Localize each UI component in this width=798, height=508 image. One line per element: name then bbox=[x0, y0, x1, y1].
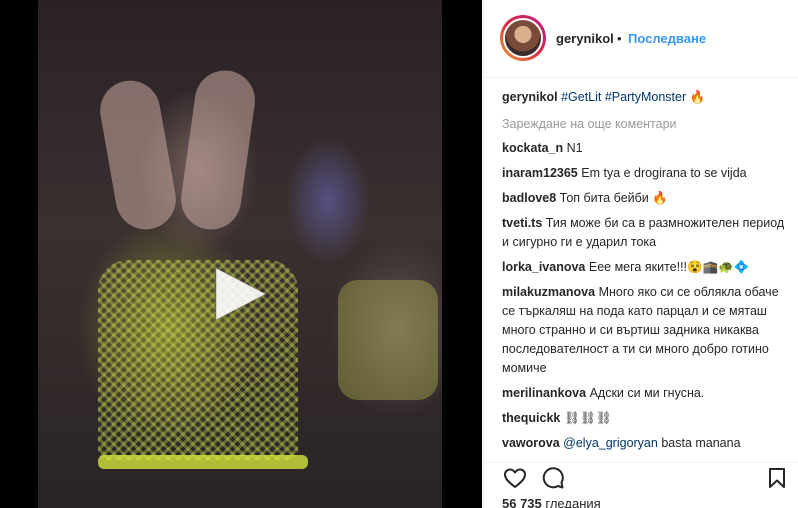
follow-button[interactable]: Последване bbox=[628, 31, 706, 46]
hashtag-partymonster[interactable]: #PartyMonster bbox=[605, 90, 686, 104]
comment-username[interactable]: milakuzmanova bbox=[502, 285, 595, 299]
view-count[interactable]: 56 735 гледания bbox=[502, 496, 601, 508]
shirt bbox=[338, 280, 438, 400]
caption-username[interactable]: gerynikol bbox=[502, 90, 558, 104]
comment-item: milakuzmanova Много яко си се облякла об… bbox=[502, 283, 792, 378]
heart-icon[interactable] bbox=[503, 466, 527, 490]
comment-mention[interactable]: @elya_grigoryan bbox=[563, 436, 658, 450]
comment-username[interactable]: vaworova bbox=[502, 436, 560, 450]
comment-text: Em tya e drogirana to se vijda bbox=[581, 166, 747, 180]
comment-item: badlove8 Топ бита бейби 🔥 bbox=[502, 189, 792, 208]
instagram-post: gerynikol • Последване gerynikol #GetLit… bbox=[0, 0, 798, 508]
comments-list[interactable]: gerynikol #GetLit #PartyMonster 🔥 Зарежд… bbox=[502, 88, 792, 458]
comment-username[interactable]: lorka_ivanova bbox=[502, 260, 585, 274]
post-header: gerynikol • Последване bbox=[484, 0, 798, 78]
comment-item: lorka_ivanova Еее мега яките!!!😵🕋🐢💠 bbox=[502, 258, 792, 277]
view-count-label: гледания bbox=[545, 496, 601, 508]
comment-text: Еее мега яките!!!😵🕋🐢💠 bbox=[588, 260, 750, 274]
comment-item: thequickk ⛓⛓⛓ bbox=[502, 409, 792, 428]
post-sidebar: gerynikol • Последване gerynikol #GetLit… bbox=[483, 0, 798, 508]
comment-text: Адски си ми гнусна. bbox=[589, 386, 705, 400]
comment-username[interactable]: kockata_n bbox=[502, 141, 563, 155]
action-bar bbox=[484, 462, 798, 492]
comment-item: vaworova @elya_grigoryan basta manana bbox=[502, 434, 792, 453]
comment-item: kockata_n N1 bbox=[502, 139, 792, 158]
comment-text: Топ бита бейби 🔥 bbox=[559, 191, 668, 205]
hashtag-getlit[interactable]: #GetLit bbox=[561, 90, 601, 104]
avatar[interactable] bbox=[503, 18, 543, 58]
comment-item: tveti.ts Тия може би са в размножителен … bbox=[502, 214, 792, 252]
comment-username[interactable]: merilinankova bbox=[502, 386, 586, 400]
avatar-ring[interactable] bbox=[500, 15, 546, 61]
bookmark-icon[interactable] bbox=[766, 467, 788, 489]
comment-text: basta manana bbox=[657, 436, 741, 450]
comment-username[interactable]: badlove8 bbox=[502, 191, 556, 205]
neon-band bbox=[98, 455, 308, 469]
comment-text: N1 bbox=[566, 141, 583, 155]
comment-username[interactable]: inaram12365 bbox=[502, 166, 578, 180]
comment-item: merilinankova Адски си ми гнусна. bbox=[502, 384, 792, 403]
comment-text: ⛓⛓⛓ bbox=[563, 411, 612, 425]
hand-right bbox=[177, 66, 259, 234]
play-icon[interactable] bbox=[208, 262, 272, 326]
header-separator: • bbox=[617, 31, 622, 46]
video-frame[interactable] bbox=[38, 0, 442, 508]
video-player[interactable] bbox=[0, 0, 482, 508]
header-username[interactable]: gerynikol bbox=[556, 31, 614, 46]
comment-item: inaram12365 Em tya e drogirana to se vij… bbox=[502, 164, 792, 183]
hand-left bbox=[95, 75, 181, 235]
post-caption: gerynikol #GetLit #PartyMonster 🔥 bbox=[502, 88, 792, 106]
comment-text: Тия може би са в размножителен период и … bbox=[502, 216, 785, 249]
comment-username[interactable]: thequickk bbox=[502, 411, 560, 425]
load-more-comments[interactable]: Зареждане на още коментари bbox=[502, 115, 792, 133]
comment-icon[interactable] bbox=[541, 466, 565, 490]
fire-emoji: 🔥 bbox=[689, 90, 706, 104]
comment-username[interactable]: tveti.ts bbox=[502, 216, 542, 230]
view-count-number: 56 735 bbox=[502, 496, 542, 508]
